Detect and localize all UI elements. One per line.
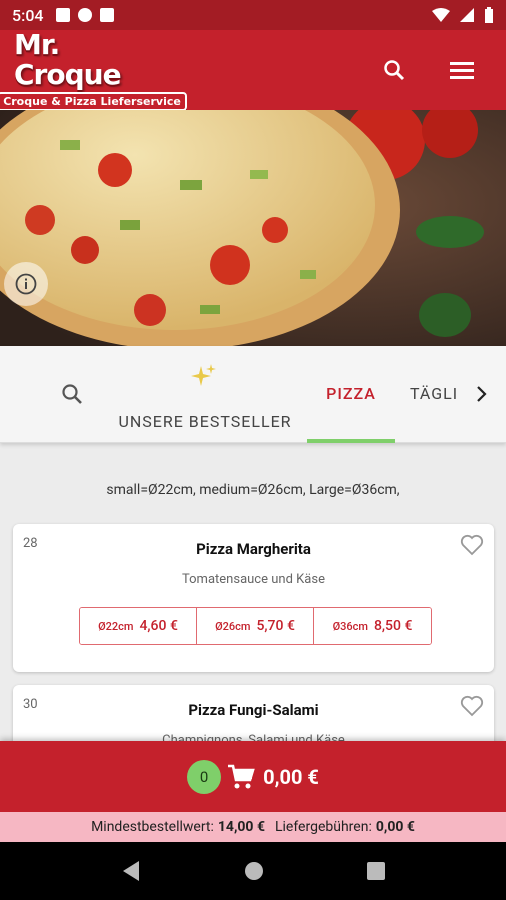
- back-icon[interactable]: [121, 860, 141, 882]
- recents-icon[interactable]: [366, 862, 385, 880]
- tab-taeglich[interactable]: TÄGLI: [410, 384, 460, 403]
- heart-icon: [460, 695, 484, 717]
- size-label: Ø36cm: [332, 619, 368, 633]
- logo-subtitle: Croque & Pizza Lieferservice: [0, 91, 187, 111]
- system-icons: [432, 7, 494, 23]
- logo-title: Mr. Croque: [14, 27, 122, 91]
- tab-active-indicator: [307, 439, 395, 443]
- sd-card-icon: [99, 8, 114, 22]
- min-order-value: 14,00 €: [217, 819, 265, 835]
- home-icon[interactable]: [244, 861, 264, 881]
- size-option-large[interactable]: Ø36cm 8,50 €: [314, 608, 431, 644]
- size-option-medium[interactable]: Ø26cm 5,70 €: [197, 608, 314, 644]
- tab-pizza[interactable]: PIZZA: [307, 346, 395, 443]
- cart-count-badge: 0: [187, 759, 222, 794]
- shopping-cart-icon: [228, 764, 255, 788]
- tab-scroll-next-button[interactable]: [474, 382, 490, 410]
- cart-bar[interactable]: 0 0,00 €: [0, 741, 506, 812]
- menu-button[interactable]: [448, 56, 476, 84]
- battery-icon: [485, 7, 493, 23]
- search-icon: [62, 384, 82, 404]
- min-order-label: Mindestbestellwert:: [91, 819, 214, 835]
- search-button[interactable]: [380, 56, 408, 84]
- status-bar: 5:04: [0, 0, 506, 30]
- size-note: small=Ø22cm, medium=Ø26cm, Large=Ø36cm,: [106, 482, 400, 498]
- price-label: 5,70 €: [256, 618, 295, 634]
- size-label: Ø22cm: [98, 619, 134, 633]
- notification-icon: [55, 8, 70, 22]
- status-time: 5:04: [12, 5, 44, 25]
- info-icon: [15, 273, 37, 295]
- order-info-strip: Mindestbestellwert: 14,00 € Liefergebühr…: [0, 812, 506, 842]
- product-name: Pizza Fungi-Salami: [188, 701, 319, 719]
- price-label: 8,50 €: [373, 618, 413, 634]
- tab-bestseller-label: UNSERE BESTSELLER: [118, 412, 292, 431]
- delivery-fee-label: Liefergebühren:: [274, 819, 372, 835]
- logo[interactable]: Mr. Croque Croque & Pizza Lieferservice: [0, 27, 187, 111]
- notification-icon: [77, 8, 92, 22]
- cart-total: 0,00 €: [263, 764, 319, 789]
- app-bar: Mr. Croque Croque & Pizza Lieferservice: [0, 27, 506, 111]
- system-nav-bar: [0, 842, 506, 900]
- info-button[interactable]: [4, 262, 48, 306]
- search-icon: [384, 60, 405, 81]
- size-price-options: Ø22cm 4,60 € Ø26cm 5,70 € Ø36cm 8,50 €: [79, 607, 432, 645]
- pizza-photo: [0, 110, 506, 346]
- favorite-button[interactable]: [460, 695, 484, 721]
- hamburger-menu-icon: [450, 62, 474, 79]
- size-option-small[interactable]: Ø22cm 4,60 €: [80, 608, 197, 644]
- wifi-icon: [432, 8, 450, 22]
- product-card[interactable]: 28 Pizza Margherita Tomatensauce und Käs…: [13, 524, 494, 672]
- product-description: Tomatensauce und Käse: [182, 572, 325, 587]
- delivery-fee-value: 0,00 €: [375, 819, 415, 835]
- tab-search[interactable]: [60, 382, 84, 410]
- favorite-button[interactable]: [460, 534, 484, 560]
- signal-icon: [460, 8, 474, 22]
- size-label: Ø26cm: [215, 619, 251, 633]
- price-label: 4,60 €: [139, 618, 178, 634]
- chevron-right-icon: [477, 386, 487, 402]
- hero-image: [0, 110, 506, 346]
- heart-icon: [460, 534, 484, 556]
- category-tabs: UNSERE BESTSELLER PIZZA TÄGLI: [0, 346, 506, 443]
- sparkle-icon: [191, 364, 216, 386]
- product-name: Pizza Margherita: [196, 540, 311, 558]
- tab-pizza-label: PIZZA: [326, 384, 376, 403]
- notification-icons: [55, 8, 114, 22]
